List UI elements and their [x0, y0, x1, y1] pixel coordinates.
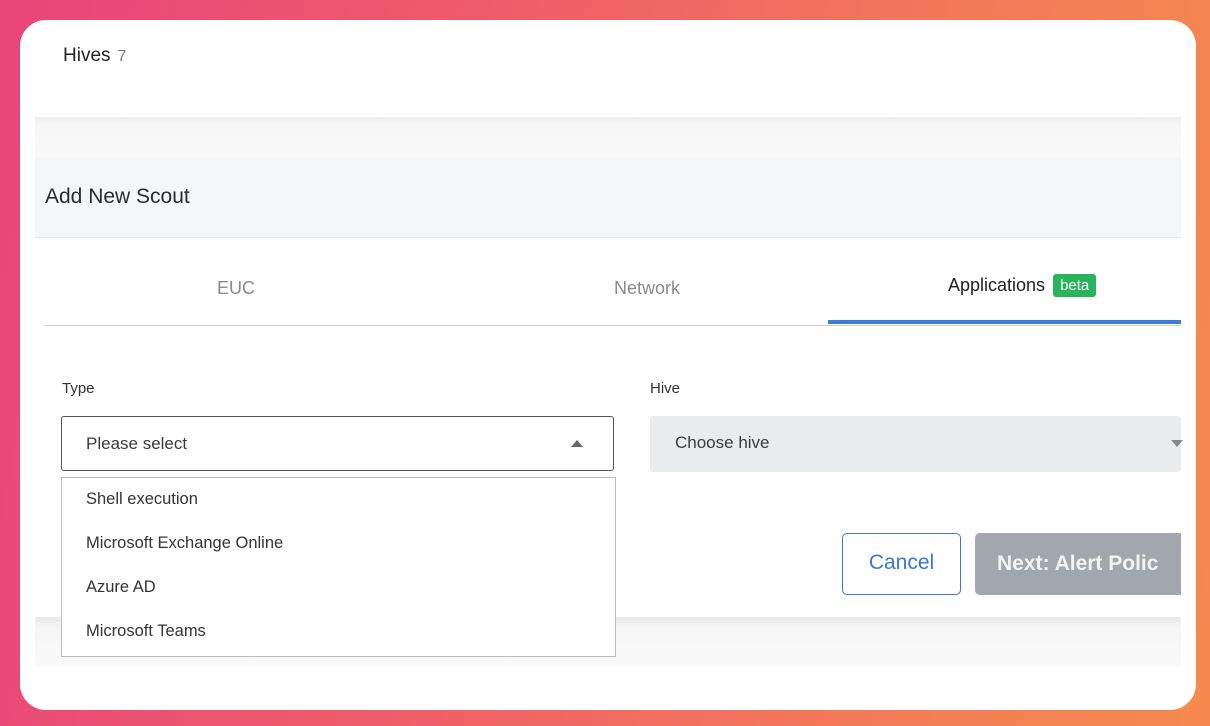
type-dropdown-menu: Shell execution Microsoft Exchange Onlin… [61, 477, 616, 657]
caret-down-icon [1171, 440, 1183, 447]
hives-heading: Hives 7 [63, 45, 126, 67]
main-card: Hives 7 Add New Scout EUC Network Applica… [20, 20, 1196, 710]
hives-count: 7 [117, 48, 127, 65]
dropdown-option-microsoft-teams[interactable]: Microsoft Teams [86, 622, 206, 641]
section-divider [35, 117, 1181, 157]
cancel-button[interactable]: Cancel [842, 533, 961, 595]
hive-select-value: Choose hive [675, 433, 770, 452]
panel-title: Add New Scout [45, 185, 190, 208]
type-select-value: Please select [86, 434, 188, 453]
caret-up-icon [571, 440, 583, 447]
beta-badge: beta [1053, 274, 1097, 297]
panel-header: Add New Scout [35, 157, 1181, 238]
tab-euc[interactable]: EUC [217, 278, 255, 299]
hive-select[interactable]: Choose hive [650, 416, 1183, 472]
scout-type-tabs: EUC Network Applications beta [45, 265, 1181, 326]
active-tab-indicator [828, 320, 1181, 324]
dropdown-option-exchange-online[interactable]: Microsoft Exchange Online [86, 534, 283, 553]
hive-label: Hive [650, 380, 681, 397]
type-label: Type [62, 380, 95, 397]
tab-network[interactable]: Network [614, 278, 680, 299]
dropdown-option-shell-execution[interactable]: Shell execution [86, 490, 198, 509]
next-alert-policy-button[interactable]: Next: Alert Polic [975, 533, 1181, 595]
tab-applications[interactable]: Applications beta [948, 274, 1097, 297]
hives-title: Hives [63, 45, 111, 66]
dropdown-option-azure-ad[interactable]: Azure AD [86, 578, 156, 597]
tab-applications-label: Applications [948, 275, 1046, 295]
type-select[interactable]: Please select [61, 416, 614, 471]
